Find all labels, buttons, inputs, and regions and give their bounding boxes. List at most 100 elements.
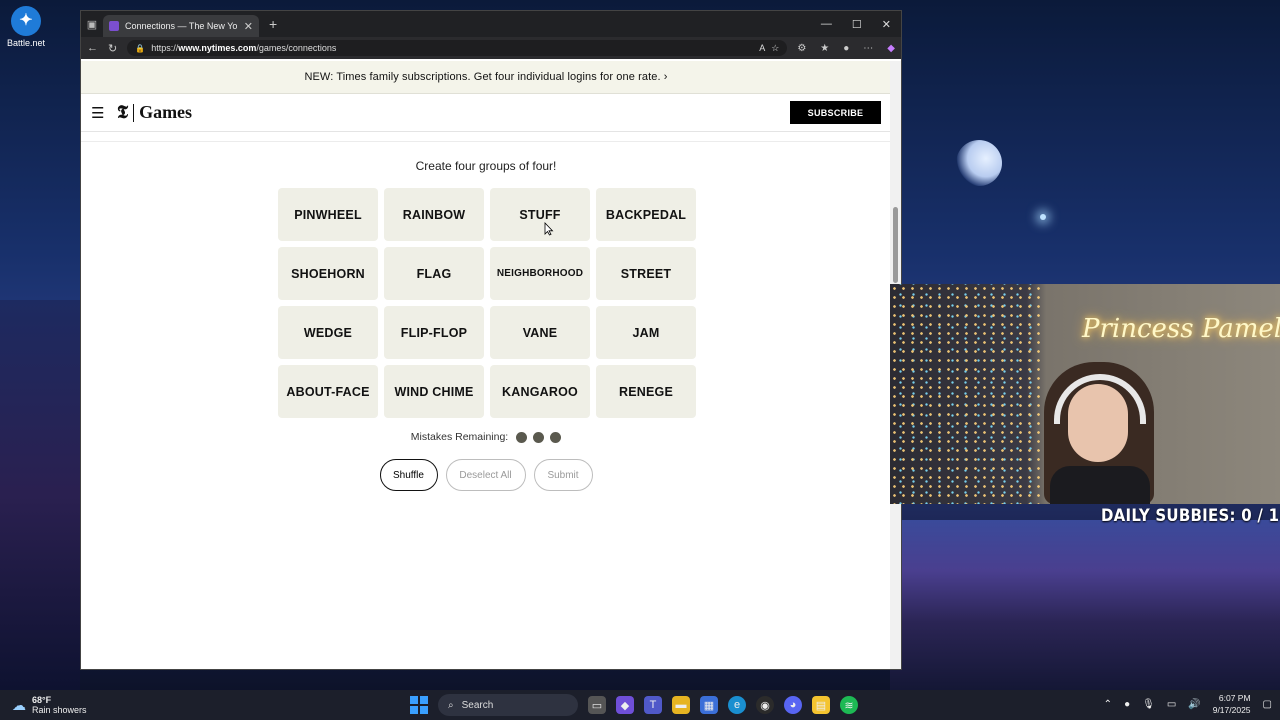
network-icon[interactable]: ▭ [1167,699,1176,710]
copilot-icon[interactable]: ◆ [887,43,895,54]
nyt-t-logo-icon: 𝕿 [117,102,129,122]
sticky-notes-icon[interactable]: ▤ [812,696,830,714]
read-aloud-icon[interactable]: A [759,43,765,53]
scrollbar-thumb[interactable] [893,207,898,283]
word-card[interactable]: FLIP-FLOP [384,306,484,359]
word-card[interactable]: PINWHEEL [278,188,378,241]
site-header: ☰ 𝕿 Games SUBSCRIBE [81,94,891,132]
moon-decoration [956,140,1002,186]
windows-taskbar: ☁ 68°F Rain showers ⌕ Search ▭ ◆ T ▬ ▦ e… [0,690,1280,720]
battlenet-icon: ✦ [11,6,41,36]
chevron-up-icon[interactable]: ⌃ [1104,699,1112,710]
mistake-dot [516,431,528,443]
shuffle-button[interactable]: Shuffle [379,459,438,491]
browser-titlebar: ▣ Connections — The New York Tim ✕ + — ☐… [81,11,901,37]
discord-icon[interactable]: ◕ [784,696,802,714]
word-grid: PINWHEEL RAINBOW STUFF BACKPEDAL SHOEHOR… [278,188,696,418]
task-view-icon[interactable]: ▭ [588,696,606,714]
desktop-background-horizon [890,520,1280,690]
edge-icon[interactable]: e [728,696,746,714]
logo-divider [133,103,135,122]
hamburger-menu-icon[interactable]: ☰ [91,104,105,122]
clock-date: 9/17/2025 [1212,705,1251,715]
webcam-overlay: Princess Pamela [890,284,1280,504]
desktop-background-left [0,300,80,690]
teams-icon[interactable]: T [644,696,662,714]
word-card[interactable]: KANGAROO [490,365,590,418]
word-card[interactable]: JAM [596,306,696,359]
url-text: https://www.nytimes.com/games/connection… [151,43,337,53]
word-card[interactable]: WEDGE [278,306,378,359]
refresh-icon[interactable]: ↻ [108,42,117,55]
mistakes-label: Mistakes Remaining: [410,431,509,443]
start-icon[interactable] [410,696,428,714]
search-label: Search [461,699,494,711]
temperature: 68°F [32,695,52,705]
copilot-app-icon[interactable]: ◆ [616,696,634,714]
game-actions: Shuffle Deselect All Submit [81,459,891,491]
word-card[interactable]: ABOUT-FACE [278,365,378,418]
game-prompt: Create four groups of four! [415,159,557,173]
mistake-dots [516,431,562,443]
mistakes-remaining: Mistakes Remaining: [81,431,891,443]
taskbar-search[interactable]: ⌕ Search [438,694,578,716]
word-card[interactable]: BACKPEDAL [596,188,696,241]
search-icon: ⌕ [448,699,454,711]
nyt-games-page: NEW: Times family subscriptions. Get fou… [81,61,891,669]
close-tab-icon[interactable]: ✕ [244,20,253,33]
word-card[interactable]: STREET [596,247,696,300]
chrome-icon[interactable]: ◉ [756,696,774,714]
daily-subbies-counter: DAILY SUBBIES: 0 / 15 [1101,506,1280,526]
taskbar-clock[interactable]: 6:07 PM 9/17/2025 [1213,692,1251,716]
mistake-dot [533,431,545,443]
close-window-icon[interactable]: ✕ [882,18,891,31]
tab-title: Connections — The New York Tim [125,21,238,31]
browser-window: ▣ Connections — The New York Tim ✕ + — ☐… [80,10,902,670]
notifications-icon[interactable]: ▢ [1263,699,1272,710]
submit-button[interactable]: Submit [533,459,593,491]
weather-widget[interactable]: ☁ 68°F Rain showers [0,695,87,715]
word-card[interactable]: SHOEHORN [278,247,378,300]
desktop-icon-battlenet[interactable]: ✦ Battle.net [6,6,46,48]
favorite-star-icon[interactable]: ☆ [771,43,779,54]
nyt-games-favicon-icon [109,21,119,31]
streamer [1040,362,1160,504]
word-card[interactable]: VANE [490,306,590,359]
microphone-icon[interactable]: 🎙 [1142,699,1155,710]
volume-icon[interactable]: 🔊 [1188,699,1200,710]
mistake-dot [550,431,562,443]
store-icon[interactable]: ▦ [700,696,718,714]
profile-avatar-icon[interactable]: ● [843,43,849,54]
file-explorer-icon[interactable]: ▬ [672,696,690,714]
minimize-icon[interactable]: — [821,18,832,31]
desktop-icon-label: Battle.net [6,38,46,48]
promo-banner[interactable]: NEW: Times family subscriptions. Get fou… [81,61,891,94]
word-card[interactable]: NEIGHBORHOOD [490,247,590,300]
game-toolbar-strip [81,132,891,142]
nyt-games-logo[interactable]: 𝕿 Games [117,102,192,123]
spotify-icon[interactable]: ≋ [840,696,858,714]
word-card[interactable]: FLAG [384,247,484,300]
tab-actions-icon[interactable]: ▣ [81,18,103,31]
star-decoration [1040,214,1046,220]
word-card[interactable]: STUFF [490,188,590,241]
word-card[interactable]: WIND CHIME [384,365,484,418]
favorites-icon[interactable]: ★ [820,43,829,54]
word-card[interactable]: RAINBOW [384,188,484,241]
subscribe-button[interactable]: SUBSCRIBE [790,101,881,124]
word-card[interactable]: RENEGE [596,365,696,418]
mouse-cursor-icon [544,222,554,236]
extensions-icon[interactable]: ⚙ [797,43,806,54]
new-tab-icon[interactable]: + [269,16,277,32]
deselect-all-button[interactable]: Deselect All [445,459,526,491]
clock-time: 6:07 PM [1218,693,1251,703]
back-icon[interactable]: ← [87,42,98,54]
more-menu-icon[interactable]: ⋯ [863,43,873,54]
logo-text: Games [139,102,193,122]
tab-connections[interactable]: Connections — The New York Tim ✕ [103,15,259,37]
lock-icon: 🔒 [135,43,146,53]
maximize-icon[interactable]: ☐ [852,18,862,31]
weather-condition: Rain showers [32,705,87,715]
address-bar[interactable]: 🔒 https://www.nytimes.com/games/connecti… [127,40,788,56]
tray-app-icon[interactable]: ● [1124,699,1130,710]
